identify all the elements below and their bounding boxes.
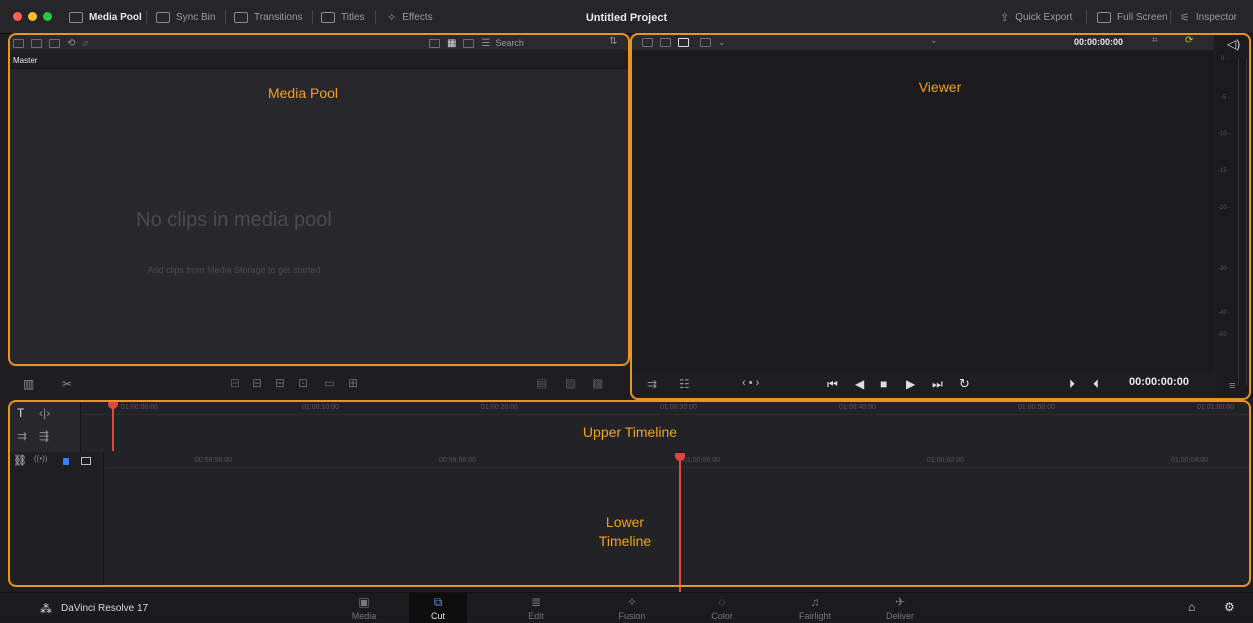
- titles-toggle-button[interactable]: Titles: [321, 9, 365, 25]
- toolbar-divider: [146, 10, 147, 24]
- toolbar-divider: [225, 10, 226, 24]
- color-page-icon: ◌: [718, 595, 726, 609]
- titles-icon: [321, 11, 335, 23]
- home-icon[interactable]: ⌂: [1188, 600, 1195, 614]
- safe-area-icon[interactable]: ▤: [536, 376, 547, 390]
- page-tab-fairlight[interactable]: ♫ Fairlight: [786, 593, 844, 623]
- media-pool-icon: [69, 11, 83, 23]
- viewer-timecode: 00:00:00:00: [1129, 376, 1189, 388]
- transitions-label: Transitions: [254, 11, 303, 23]
- viewer-annotation: Viewer: [918, 79, 962, 95]
- append-icon[interactable]: ⊟: [252, 376, 262, 390]
- davinci-logo-icon: ⁂: [40, 602, 52, 616]
- page-tab-label: Media: [351, 611, 377, 621]
- sync-bin-icon: [156, 11, 170, 23]
- full-screen-label: Full Screen: [1117, 11, 1168, 23]
- effects-toggle-button[interactable]: ✧ Effects: [387, 9, 433, 25]
- media-pool-annotation: Media Pool: [267, 85, 339, 101]
- page-tab-label: Cut: [430, 611, 445, 621]
- lower-annotation-line: Lower: [605, 514, 645, 530]
- page-tab-label: Deliver: [885, 611, 914, 621]
- scissors-icon[interactable]: ✂: [62, 377, 72, 391]
- quick-export-button[interactable]: ⇪ Quick Export: [1000, 9, 1072, 25]
- toolbar-divider: [312, 10, 313, 24]
- waveform-icon[interactable]: ▩: [592, 376, 603, 390]
- top-toolbar: Media Pool Sync Bin Transitions Titles ✧…: [0, 0, 1253, 34]
- toolbar-divider: [375, 10, 376, 24]
- close-up-icon[interactable]: ⊡: [298, 376, 308, 390]
- page-tab-cut[interactable]: ⧉ Cut: [409, 593, 467, 623]
- page-tab-color[interactable]: ◌ Color: [693, 593, 751, 623]
- sync-bin-label: Sync Bin: [176, 11, 216, 23]
- sync-bin-toggle-button[interactable]: Sync Bin: [156, 9, 215, 25]
- lower-timeline-annotation: Lower Timeline: [575, 513, 675, 551]
- app-name: DaVinci Resolve 17: [61, 603, 149, 614]
- bin-grid-icon[interactable]: ▥: [23, 377, 34, 391]
- toolbar-divider: [1170, 10, 1171, 24]
- quick-export-label: Quick Export: [1015, 11, 1073, 23]
- titles-label: Titles: [341, 11, 365, 23]
- transitions-icon: [234, 11, 248, 23]
- page-tab-label: Fusion: [618, 611, 646, 621]
- fairlight-page-icon: ♫: [810, 595, 820, 609]
- toolbar-divider: [1086, 10, 1087, 24]
- effects-label: Effects: [402, 11, 433, 23]
- media-page-icon: ▣: [358, 595, 370, 609]
- lower-annotation-line: Timeline: [598, 533, 652, 549]
- settings-gear-icon[interactable]: ⚙: [1224, 600, 1235, 614]
- page-tab-label: Fairlight: [798, 611, 831, 621]
- image-icon[interactable]: ▨: [565, 376, 576, 390]
- page-tab-deliver[interactable]: ✈ Deliver: [871, 593, 929, 623]
- media-pool-toggle-button[interactable]: Media Pool: [69, 9, 142, 25]
- fullscreen-icon: [1097, 11, 1111, 23]
- export-icon: ⇪: [1000, 11, 1010, 24]
- minimize-window-button[interactable]: [28, 12, 37, 21]
- page-navigation-bar: ⁂ DaVinci Resolve 17 ▣ Media ⧉ Cut ≣ Edi…: [0, 592, 1253, 623]
- page-tab-label: Edit: [528, 611, 544, 621]
- media-pool-highlight: [8, 33, 630, 366]
- ripple-overwrite-icon[interactable]: ⊟: [275, 376, 285, 390]
- fusion-page-icon: ✧: [626, 595, 638, 609]
- full-screen-button[interactable]: Full Screen: [1097, 9, 1168, 25]
- source-overwrite-icon[interactable]: ⊞: [348, 376, 358, 390]
- inspector-icon: ⚟: [1180, 11, 1190, 24]
- inspector-label: Inspector: [1195, 11, 1238, 23]
- page-tab-label: Color: [711, 611, 733, 621]
- timeline-highlight: [8, 400, 1251, 587]
- transitions-toggle-button[interactable]: Transitions: [234, 9, 303, 25]
- edit-tools-bar: ▥ ✂ ⊟ ⊟ ⊟ ⊡ ▭ ⊞ ▤ ▨ ▩: [9, 371, 628, 397]
- effects-icon: ✧: [387, 11, 397, 24]
- deliver-page-icon: ✈: [894, 595, 906, 609]
- smart-insert-icon[interactable]: ⊟: [230, 376, 240, 390]
- edit-page-icon: ≣: [530, 595, 542, 609]
- zoom-window-button[interactable]: [43, 12, 52, 21]
- page-tab-edit[interactable]: ≣ Edit: [507, 593, 565, 623]
- media-pool-label: Media Pool: [89, 11, 142, 23]
- page-tab-media[interactable]: ▣ Media: [335, 593, 393, 623]
- page-tab-fusion[interactable]: ✧ Fusion: [603, 593, 661, 623]
- inspector-button[interactable]: ⚟ Inspector: [1180, 9, 1237, 25]
- cut-page-icon: ⧉: [433, 595, 443, 609]
- close-window-button[interactable]: [13, 12, 22, 21]
- place-on-top-icon[interactable]: ▭: [324, 376, 335, 390]
